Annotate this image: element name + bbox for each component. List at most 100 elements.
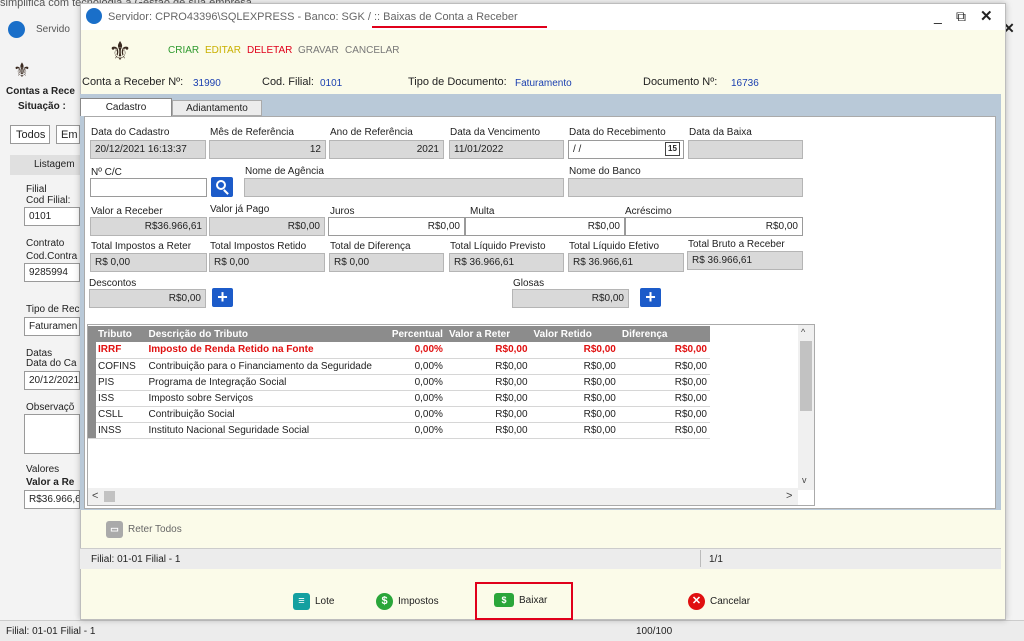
- add-glosa-button[interactable]: +: [640, 288, 661, 307]
- tot-liq-prev-label: Total Líquido Previsto: [450, 241, 546, 252]
- banco-field[interactable]: [568, 178, 803, 197]
- data-baixa-field[interactable]: [688, 140, 803, 159]
- tot-liq-prev-field[interactable]: R$ 36.966,61: [449, 253, 564, 272]
- tipo-documento-label: Tipo de Documento:: [408, 76, 507, 88]
- conta-label: Conta a Receber Nº:: [82, 76, 184, 88]
- cell-tributo: COFINS: [88, 358, 146, 375]
- col-valor-reter[interactable]: Valor a Reter: [445, 326, 531, 342]
- scroll-left-icon[interactable]: <: [92, 490, 98, 502]
- cell-percentual: 0,00%: [374, 374, 446, 391]
- cancelar-label: Cancelar: [710, 596, 751, 607]
- col-valor-retido[interactable]: Valor Retido: [530, 326, 619, 342]
- table-row[interactable]: ISS Imposto sobre Serviços 0,00% R$0,00 …: [88, 390, 710, 407]
- criar-button[interactable]: CRIAR: [168, 45, 199, 56]
- glosas-field[interactable]: R$0,00: [512, 289, 629, 308]
- bg-servido: Servido: [36, 24, 70, 35]
- col-diferenca[interactable]: Diferença: [618, 326, 710, 342]
- tot-diferenca-label: Total de Diferença: [330, 241, 411, 252]
- calendar-icon[interactable]: 15: [665, 142, 680, 156]
- popout-icon[interactable]: ⧉: [956, 8, 966, 25]
- gravar-button[interactable]: GRAVAR: [298, 45, 339, 56]
- data-vencimento-field[interactable]: 11/01/2022: [449, 140, 564, 159]
- close-icon[interactable]: ✕: [980, 7, 993, 25]
- cancelar-toolbar-button[interactable]: CANCELAR: [345, 45, 399, 56]
- bg-tab-todos[interactable]: Todos: [10, 125, 50, 144]
- horizontal-scroll-thumb[interactable]: [104, 491, 115, 502]
- bg-situacao: Situação :: [18, 101, 66, 112]
- cell-descricao: Contribuição Social: [145, 406, 375, 423]
- table-row[interactable]: COFINS Contribuição para o Financiamento…: [88, 358, 710, 375]
- add-desconto-button[interactable]: +: [212, 288, 233, 307]
- bg-cod-contra-field[interactable]: 9285994: [24, 263, 80, 282]
- search-icon[interactable]: [211, 177, 233, 197]
- editar-button[interactable]: EDITAR: [205, 45, 241, 56]
- bg-tab-em[interactable]: Em: [56, 125, 80, 144]
- table-row[interactable]: CSLL Contribuição Social 0,00% R$0,00 R$…: [88, 406, 710, 423]
- cancelar-button[interactable]: ✕ Cancelar: [688, 593, 750, 610]
- bg-cod-filial-field[interactable]: 0101: [24, 207, 80, 226]
- tab-adiantamento[interactable]: Adiantamento: [172, 100, 262, 116]
- tot-bruto-field[interactable]: R$ 36.966,61: [687, 251, 803, 270]
- scroll-right-icon[interactable]: >: [786, 490, 792, 502]
- tot-liq-efet-field[interactable]: R$ 36.966,61: [568, 253, 684, 272]
- multa-field[interactable]: R$0,00: [465, 217, 625, 236]
- scroll-up-icon[interactable]: ^: [801, 327, 805, 337]
- table-row[interactable]: INSS Instituto Nacional Seguridade Socia…: [88, 422, 710, 439]
- bg-status-bar: [0, 620, 1024, 641]
- horizontal-scrollbar[interactable]: < >: [88, 488, 798, 505]
- data-baixa-label: Data da Baixa: [689, 127, 752, 138]
- bg-cod-filial-label: Cod Filial:: [26, 195, 71, 206]
- minimize-icon[interactable]: _: [934, 8, 942, 24]
- lote-button[interactable]: ≡ Lote: [293, 593, 334, 610]
- documento-label: Documento Nº:: [643, 76, 718, 88]
- bg-data-field[interactable]: 20/12/2021: [24, 371, 80, 390]
- impostos-button[interactable]: $ Impostos: [376, 593, 439, 610]
- vertical-scroll-thumb[interactable]: [800, 341, 812, 411]
- bg-valor-re-label: Valor a Re: [26, 477, 75, 488]
- table-row[interactable]: IRRF Imposto de Renda Retido na Fonte 0,…: [88, 342, 710, 359]
- status-filial: Filial: 01-01 Filial - 1: [91, 554, 181, 565]
- cell-valor-reter: R$0,00: [445, 406, 531, 423]
- cell-valor-reter: R$0,00: [445, 422, 531, 439]
- bg-tipo-field[interactable]: Faturamen: [24, 317, 80, 336]
- descontos-field[interactable]: R$0,00: [89, 289, 206, 308]
- juros-field[interactable]: R$0,00: [328, 217, 465, 236]
- ncc-field[interactable]: [90, 178, 207, 197]
- col-descricao[interactable]: Descrição do Tributo: [145, 326, 375, 342]
- ano-referencia-field[interactable]: 2021: [329, 140, 444, 159]
- bg-valor-field[interactable]: R$36.966,6: [24, 490, 80, 509]
- cell-tributo: ISS: [88, 390, 146, 407]
- bg-observacao-field[interactable]: [24, 414, 80, 454]
- tot-diferenca-field[interactable]: R$ 0,00: [329, 253, 444, 272]
- mes-referencia-field[interactable]: 12: [209, 140, 326, 159]
- tab-cadastro[interactable]: Cadastro: [80, 98, 172, 116]
- deletar-button[interactable]: DELETAR: [247, 45, 292, 56]
- tot-imp-reter-field[interactable]: R$ 0,00: [90, 253, 207, 272]
- grid-header-row: Tributo Descrição do Tributo Percentual …: [88, 326, 710, 342]
- banco-label: Nome do Banco: [569, 166, 641, 177]
- tributos-table: Tributo Descrição do Tributo Percentual …: [88, 326, 710, 439]
- cell-diferenca: R$0,00: [618, 358, 710, 375]
- cell-percentual: 0,00%: [374, 390, 446, 407]
- col-tributo[interactable]: Tributo: [88, 326, 146, 342]
- cell-descricao: Instituto Nacional Seguridade Social: [145, 422, 375, 439]
- acrescimo-field[interactable]: R$0,00: [625, 217, 803, 236]
- conta-value: 31990: [193, 78, 221, 89]
- cell-valor-reter: R$0,00: [445, 358, 531, 375]
- valor-pago-field[interactable]: R$0,00: [209, 217, 325, 236]
- scroll-down-icon[interactable]: v: [802, 475, 807, 485]
- tot-imp-retido-field[interactable]: R$ 0,00: [209, 253, 325, 272]
- modal-status-bar: [80, 548, 1001, 569]
- reter-todos-button[interactable]: ▭ Reter Todos: [106, 521, 182, 538]
- valor-receber-field[interactable]: R$36.966,61: [90, 217, 207, 236]
- bg-contrato-label: Contrato: [26, 238, 65, 249]
- descontos-label: Descontos: [89, 278, 137, 289]
- baixar-button[interactable]: $ Baixar: [494, 593, 547, 607]
- vertical-scrollbar[interactable]: ^ v: [798, 325, 814, 490]
- col-percentual[interactable]: Percentual: [374, 326, 446, 342]
- cod-filial-label: Cod. Filial:: [262, 76, 314, 88]
- tot-liq-efet-label: Total Líquido Efetivo: [569, 241, 660, 252]
- table-row[interactable]: PIS Programa de Integração Social 0,00% …: [88, 374, 710, 391]
- data-cadastro-field[interactable]: 20/12/2021 16:13:37: [90, 140, 206, 159]
- agencia-field[interactable]: [244, 178, 564, 197]
